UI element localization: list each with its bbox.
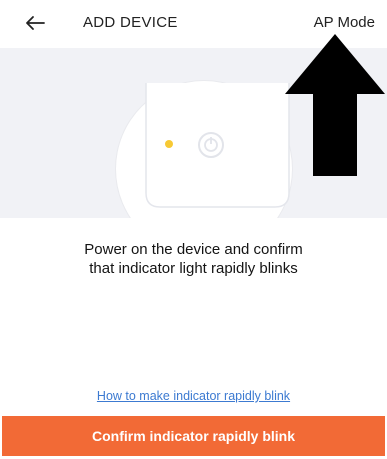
power-icon	[198, 132, 224, 158]
instruction-line-1: Power on the device and confirm	[84, 241, 303, 258]
help-link[interactable]: How to make indicator rapidly blink	[0, 389, 387, 403]
instruction-text: Power on the device and confirm that ind…	[0, 240, 387, 278]
instruction-line-2: that indicator light rapidly blinks	[89, 260, 298, 277]
confirm-button[interactable]: Confirm indicator rapidly blink	[2, 416, 385, 456]
page-title: ADD DEVICE	[83, 14, 178, 31]
indicator-light-icon	[165, 140, 173, 148]
arrow-up-icon	[285, 34, 385, 176]
back-arrow-icon[interactable]	[22, 10, 48, 36]
ap-mode-button[interactable]: AP Mode	[314, 14, 375, 31]
